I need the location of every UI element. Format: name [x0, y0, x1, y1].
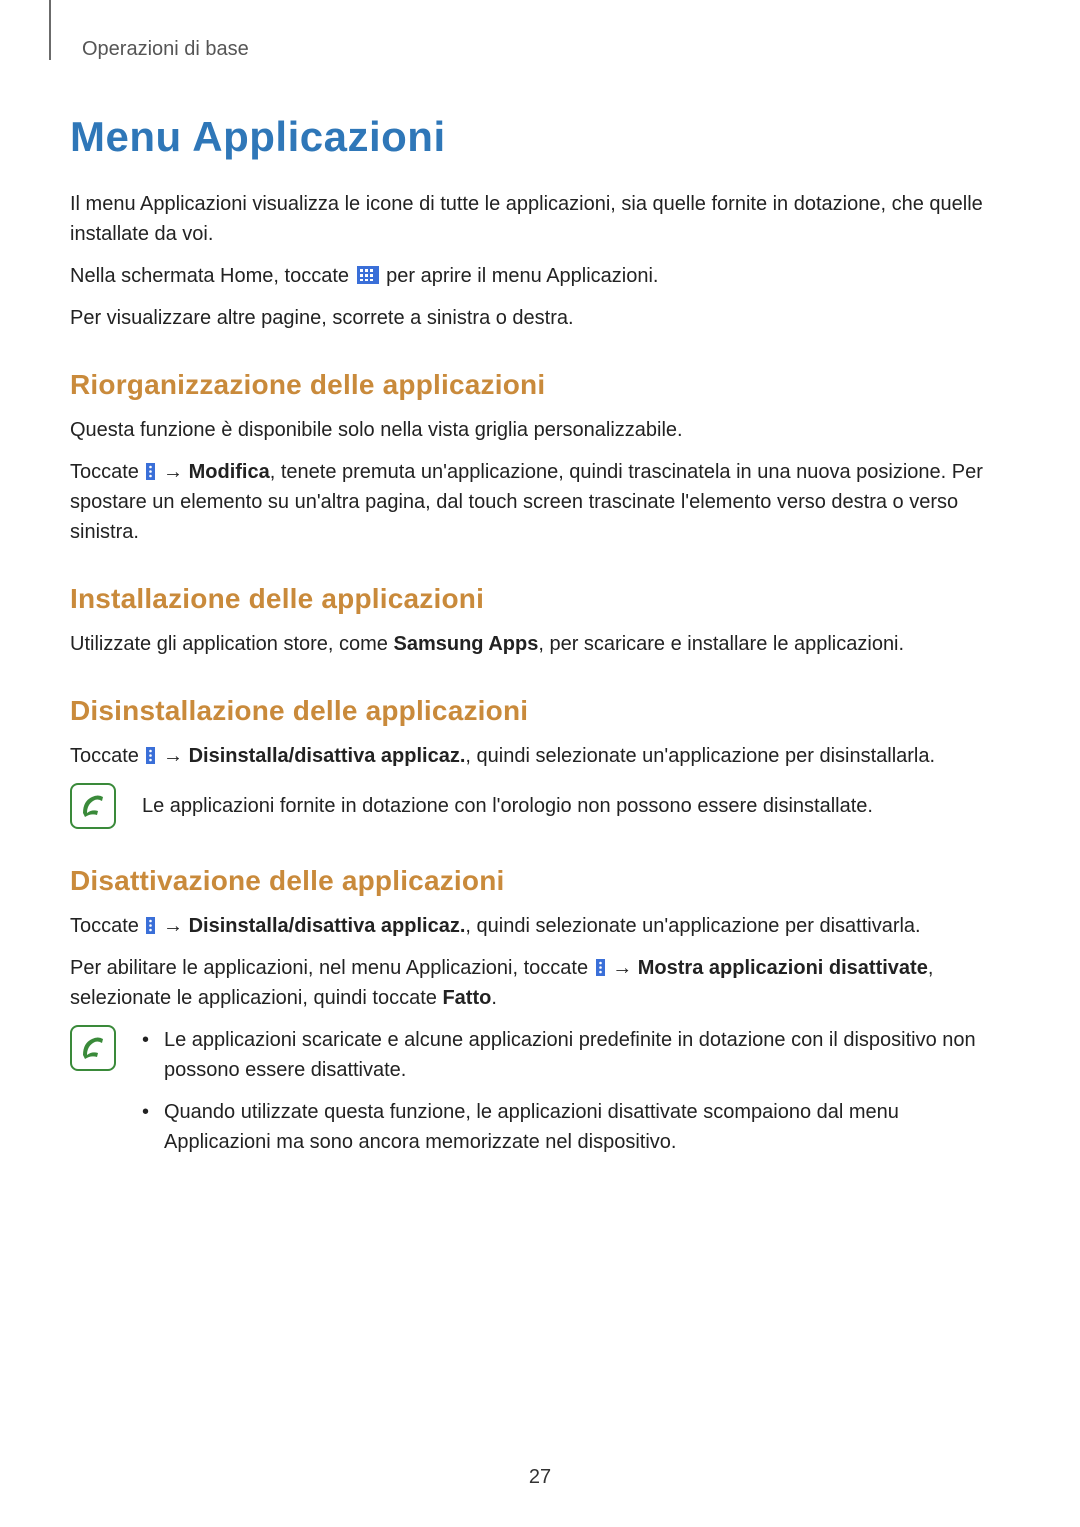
bold-label-fatto: Fatto — [442, 987, 491, 1009]
text-fragment: Per abilitare le applicazioni, nel menu … — [70, 957, 594, 979]
disable-paragraph-2: Per abilitare le applicazioni, nel menu … — [70, 953, 1010, 1013]
arrow-text: → — [157, 461, 188, 483]
bold-label-samsung-apps: Samsung Apps — [393, 633, 538, 655]
text-fragment: Toccate — [70, 461, 144, 483]
page-edge-rule — [49, 0, 51, 60]
text-fragment: , quindi selezionate un'applicazione per… — [465, 915, 920, 937]
arrow-text: → — [157, 745, 188, 767]
text-fragment: Nella schermata Home, toccate — [70, 265, 355, 287]
note-icon — [70, 1025, 116, 1071]
text-fragment: Toccate — [70, 745, 144, 767]
note-list-item: Quando utilizzate questa funzione, le ap… — [142, 1097, 1010, 1157]
overflow-menu-icon — [146, 913, 155, 930]
page-title: Menu Applicazioni — [70, 113, 1010, 161]
arrow-text: → — [157, 915, 188, 937]
disable-paragraph-1: Toccate → Disinstalla/disattiva applicaz… — [70, 911, 1010, 941]
intro-paragraph-1: Il menu Applicazioni visualizza le icone… — [70, 189, 1010, 249]
note-block-uninstall: Le applicazioni fornite in dotazione con… — [70, 783, 1010, 829]
breadcrumb: Operazioni di base — [82, 38, 1010, 61]
intro-paragraph-3: Per visualizzare altre pagine, scorrete … — [70, 303, 1010, 333]
intro-paragraph-2: Nella schermata Home, toccate per aprire… — [70, 261, 1010, 291]
section-heading-install: Installazione delle applicazioni — [70, 583, 1010, 615]
bold-label-disinstalla-2: Disinstalla/disattiva applicaz. — [189, 915, 466, 937]
section-heading-reorg: Riorganizzazione delle applicazioni — [70, 369, 1010, 401]
note-text-uninstall: Le applicazioni fornite in dotazione con… — [142, 783, 1010, 821]
text-fragment: Toccate — [70, 915, 144, 937]
bold-label-mostra: Mostra applicazioni disattivate — [638, 957, 928, 979]
reorg-paragraph-1: Questa funzione è disponibile solo nella… — [70, 415, 1010, 445]
text-fragment: , per scaricare e installare le applicaz… — [538, 633, 904, 655]
section-heading-uninstall: Disinstallazione delle applicazioni — [70, 695, 1010, 727]
note-icon — [70, 783, 116, 829]
bold-label-modifica: Modifica — [189, 461, 270, 483]
text-fragment: , quindi selezionate un'applicazione per… — [465, 745, 935, 767]
uninstall-paragraph-1: Toccate → Disinstalla/disattiva applicaz… — [70, 741, 1010, 771]
arrow-text: → — [607, 957, 638, 979]
note-list-item: Le applicazioni scaricate e alcune appli… — [142, 1025, 1010, 1085]
text-fragment: . — [491, 987, 497, 1009]
note-block-disable: Le applicazioni scaricate e alcune appli… — [70, 1025, 1010, 1169]
reorg-paragraph-2: Toccate → Modifica, tenete premuta un'ap… — [70, 457, 1010, 547]
note-list-disable: Le applicazioni scaricate e alcune appli… — [142, 1025, 1010, 1169]
overflow-menu-icon — [146, 743, 155, 760]
install-paragraph-1: Utilizzate gli application store, come S… — [70, 629, 1010, 659]
page-number: 27 — [0, 1466, 1080, 1489]
page-content: Operazioni di base Menu Applicazioni Il … — [0, 0, 1080, 1169]
apps-grid-icon — [357, 263, 379, 281]
section-heading-disable: Disattivazione delle applicazioni — [70, 865, 1010, 897]
text-fragment: per aprire il menu Applicazioni. — [381, 265, 659, 287]
text-fragment: Utilizzate gli application store, come — [70, 633, 393, 655]
overflow-menu-icon — [596, 955, 605, 972]
overflow-menu-icon — [146, 459, 155, 476]
bold-label-disinstalla: Disinstalla/disattiva applicaz. — [189, 745, 466, 767]
